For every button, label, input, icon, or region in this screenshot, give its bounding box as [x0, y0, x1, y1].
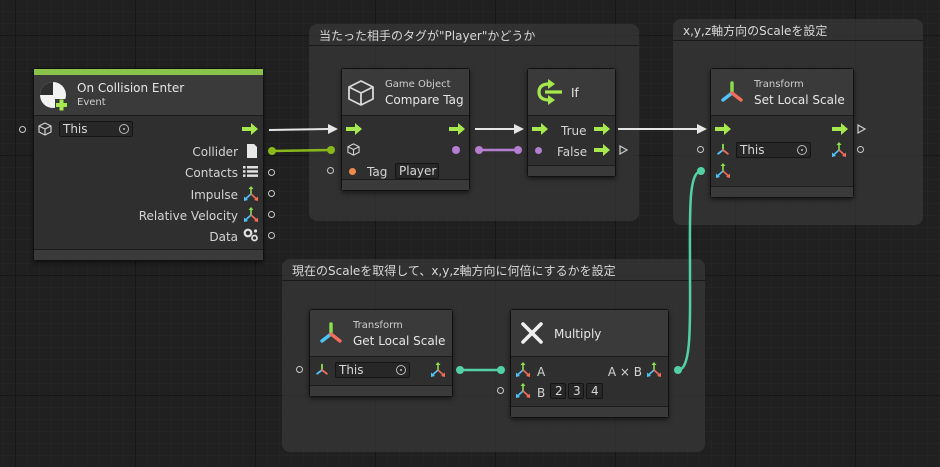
output-label-relative-velocity: Relative Velocity — [138, 209, 238, 223]
flow-connection — [268, 128, 329, 131]
node-subtitle: Transform — [353, 320, 403, 331]
bool-output-port[interactable] — [452, 146, 460, 154]
vector3-icon — [647, 362, 661, 377]
a-input-port[interactable] — [497, 366, 505, 374]
string-type-dot — [349, 168, 356, 175]
bool-output-port-edge[interactable] — [475, 146, 483, 154]
flow-out-arrow-icon — [242, 123, 258, 135]
target-picker-icon[interactable] — [797, 145, 807, 155]
transform-icon — [316, 363, 328, 375]
node-multiply[interactable]: Multiply A A × B B 2 3 4 — [510, 309, 669, 418]
target-field[interactable]: This — [59, 121, 133, 137]
node-subtitle: Game Object — [385, 79, 451, 90]
contacts-output-port[interactable] — [268, 169, 275, 176]
collider-output-port[interactable] — [268, 147, 276, 155]
true-label: True — [561, 124, 587, 138]
b-input-port[interactable] — [497, 387, 504, 394]
false-flow-output-port[interactable] — [619, 144, 629, 156]
target-picker-icon[interactable] — [119, 124, 129, 134]
vector3-icon — [244, 207, 258, 222]
false-label: False — [557, 145, 588, 159]
cube-icon — [38, 122, 52, 136]
data-output-port[interactable] — [268, 232, 275, 239]
scale-input-port[interactable] — [697, 167, 705, 175]
cube-icon — [348, 80, 374, 106]
file-icon — [247, 144, 257, 158]
flow-out-arrow-icon — [594, 144, 610, 156]
vector3-icon — [716, 163, 730, 178]
vector3-icon — [516, 362, 530, 377]
flow-in-arrow-icon — [715, 123, 731, 135]
transform-icon — [721, 81, 743, 102]
vector3-icon — [516, 383, 530, 398]
output-label-impulse: Impulse — [190, 188, 238, 202]
target-field[interactable]: This — [736, 142, 811, 158]
b-z-field[interactable]: 4 — [586, 383, 603, 399]
vector-output-port[interactable] — [456, 366, 464, 374]
node-get-local-scale[interactable]: Transform Get Local Scale This — [309, 309, 453, 397]
b-x-field[interactable]: 2 — [550, 383, 566, 399]
branch-icon — [537, 79, 562, 105]
node-compare-tag[interactable]: Game Object Compare Tag Tag Player — [341, 68, 470, 191]
cube-icon — [347, 143, 360, 156]
relative-velocity-output-port[interactable] — [268, 211, 275, 218]
tag-input[interactable]: Player — [395, 163, 439, 179]
gameobject-connection — [271, 148, 332, 153]
cogs-icon — [243, 228, 258, 242]
condition-input-port[interactable] — [514, 146, 522, 154]
target-field[interactable]: This — [335, 362, 410, 378]
vector-output-port[interactable] — [857, 146, 864, 153]
event-icon — [40, 82, 67, 111]
b-y-field[interactable]: 3 — [568, 383, 584, 399]
target-input-port[interactable] — [296, 366, 303, 373]
gameobject-input-port[interactable] — [327, 146, 335, 154]
node-title: Multiply — [554, 327, 602, 341]
transform-icon — [717, 143, 729, 155]
node-title: Set Local Scale — [754, 93, 845, 107]
node-title: Compare Tag — [385, 93, 464, 107]
input-b-label: B — [537, 386, 546, 400]
node-set-local-scale[interactable]: Transform Set Local Scale This — [710, 68, 854, 198]
vector3-icon — [832, 142, 846, 157]
output-label-collider: Collider — [192, 145, 238, 159]
target-picker-icon[interactable] — [396, 365, 406, 375]
flow-in-arrow-icon — [532, 123, 548, 135]
impulse-output-port[interactable] — [268, 190, 275, 197]
node-title: On Collision Enter — [77, 81, 185, 95]
node-on-collision-enter[interactable]: On Collision Enter Event This Collider C… — [33, 68, 264, 261]
flow-out-arrow-icon — [594, 123, 610, 135]
tag-input-port[interactable] — [327, 167, 334, 174]
output-label-data: Data — [209, 230, 238, 244]
target-input-port[interactable] — [19, 126, 26, 133]
output-label-contacts: Contacts — [185, 166, 238, 180]
bool-type-dot — [535, 147, 542, 154]
multiply-icon — [521, 322, 543, 344]
node-subtitle: Event — [77, 97, 106, 108]
vector3-icon — [431, 362, 445, 377]
flow-output-port[interactable] — [857, 123, 867, 135]
input-a-label: A — [537, 365, 546, 379]
node-subtitle: Transform — [754, 79, 804, 90]
flow-in-arrow-icon — [346, 123, 362, 135]
tag-label: Tag — [367, 165, 388, 179]
flow-out-arrow-icon — [832, 123, 848, 135]
flow-out-arrow-icon — [449, 123, 465, 135]
target-input-port[interactable] — [697, 146, 704, 153]
vector3-icon — [244, 186, 258, 201]
node-if[interactable]: If True False — [527, 68, 616, 177]
product-output-port[interactable] — [674, 366, 682, 374]
list-icon — [243, 166, 258, 177]
node-title: Get Local Scale — [353, 334, 446, 348]
vector-connection — [677, 169, 702, 372]
output-label: A × B — [607, 365, 642, 379]
node-title: If — [571, 86, 579, 100]
transform-icon — [320, 322, 342, 343]
